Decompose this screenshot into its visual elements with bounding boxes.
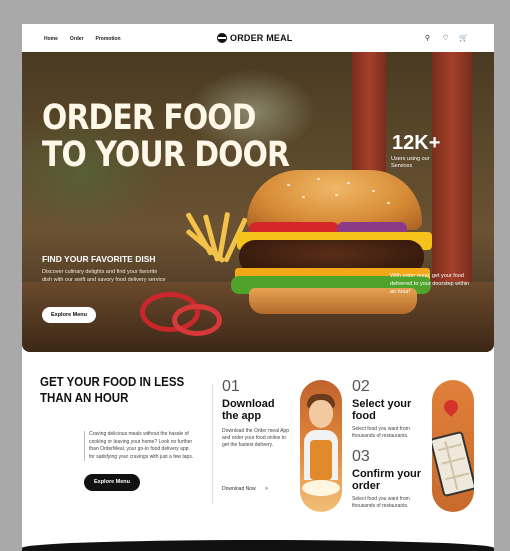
- favorite-dish-description: Discover culinary delights and find your…: [42, 269, 166, 283]
- download-now-label: Download Now: [222, 486, 256, 492]
- burger-image: [185, 170, 437, 345]
- step-title: Confirm your order: [352, 468, 422, 492]
- logo[interactable]: ORDER MEAL: [217, 33, 293, 43]
- footer-band: [22, 540, 494, 551]
- stat-label: Users using our Services: [391, 156, 430, 169]
- chevron-right-icon: >: [265, 486, 268, 492]
- top-nav: Home Order Promotion ORDER MEAL ⚲ ♡ 🛒: [22, 24, 494, 54]
- step-description: Download the Order meal App and order yo…: [222, 428, 289, 448]
- map-phone-illustration: [432, 380, 474, 512]
- logo-icon: [217, 33, 227, 43]
- phone-icon: [432, 430, 474, 498]
- search-icon[interactable]: ⚲: [423, 34, 432, 42]
- nav-link-order[interactable]: Order: [70, 36, 84, 42]
- nav-link-home[interactable]: Home: [44, 36, 58, 42]
- nav-link-promotion[interactable]: Promotion: [96, 36, 121, 42]
- divider: [212, 384, 213, 504]
- download-now-link[interactable]: Download Now >: [222, 486, 268, 492]
- hero-title: ORDER FOOD TO YOUR DOOR: [42, 100, 297, 174]
- background-pillar: [432, 52, 472, 292]
- logo-text: ORDER MEAL: [230, 33, 293, 43]
- cart-icon[interactable]: 🛒: [459, 34, 468, 42]
- step-description: Select food you want from thousands of r…: [352, 426, 410, 439]
- step-description: Select food you want from thousands of r…: [352, 496, 410, 509]
- step-title: Download the app: [222, 398, 275, 422]
- step-number: 03: [352, 448, 370, 465]
- map-pin-icon: [441, 397, 461, 417]
- nav-links: Home Order Promotion: [44, 36, 121, 42]
- hero-title-line1: ORDER FOOD: [42, 98, 256, 138]
- step-number: 02: [352, 378, 370, 395]
- section-description: Craving delicious meals without the hass…: [84, 431, 194, 461]
- burger-bun-top: [247, 170, 422, 230]
- explore-menu-button-secondary[interactable]: Explore Menu: [84, 474, 140, 491]
- hero-title-line2: TO YOUR DOOR: [42, 135, 290, 175]
- step-number: 01: [222, 378, 240, 395]
- hero-section: ORDER FOOD TO YOUR DOOR 12K+ Users using…: [22, 52, 494, 352]
- delivery-note: With order meal, get your food delivered…: [390, 273, 470, 295]
- nav-icons: ⚲ ♡ 🛒: [423, 34, 468, 42]
- section-title: GET YOUR FOOD IN LESS THAN AN HOUR: [40, 375, 185, 405]
- chef-illustration: [300, 380, 342, 512]
- stat-number: 12K+: [392, 132, 441, 154]
- page-frame: Home Order Promotion ORDER MEAL ⚲ ♡ 🛒 OR…: [22, 24, 494, 551]
- heart-icon[interactable]: ♡: [441, 34, 450, 42]
- favorite-dish-title: FIND YOUR FAVORITE DISH: [42, 254, 156, 264]
- onion-ring-image: [172, 304, 222, 336]
- explore-menu-button[interactable]: Explore Menu: [42, 307, 96, 323]
- step-title: Select your food: [352, 398, 412, 422]
